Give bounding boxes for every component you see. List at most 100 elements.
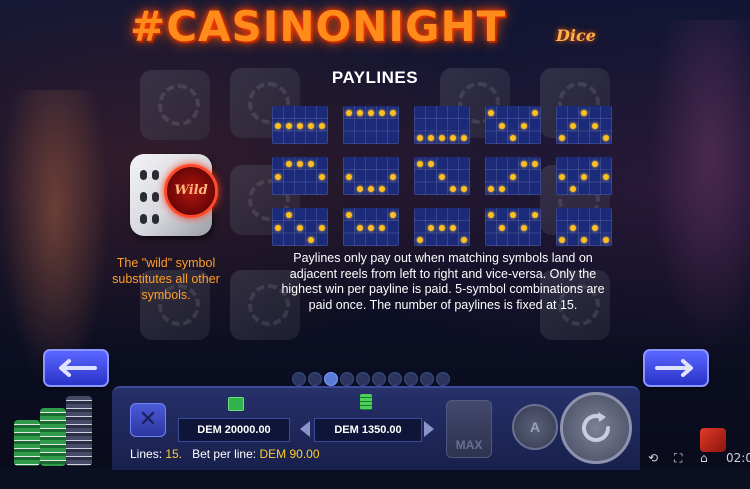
payline-dot <box>581 110 587 116</box>
payline-dot <box>368 110 374 116</box>
payline-pattern <box>272 157 328 195</box>
page-dot[interactable] <box>420 372 434 386</box>
payline-pattern <box>556 106 612 144</box>
page-dot[interactable] <box>388 372 402 386</box>
cowboy-character <box>650 20 750 350</box>
payline-pattern <box>556 208 612 246</box>
page-dot[interactable] <box>356 372 370 386</box>
payline-dot <box>559 237 565 244</box>
bet-per-line-label: Bet per line: <box>192 447 257 461</box>
page-dot[interactable] <box>372 372 386 386</box>
spin-icon <box>582 412 610 442</box>
arrow-left-icon <box>59 359 97 377</box>
wild-description: The "wild" symbol substitutes all other … <box>112 256 220 302</box>
payline-dot <box>368 224 374 231</box>
payline-dot <box>357 224 363 231</box>
payline-dot <box>297 161 303 167</box>
payline-dot <box>346 212 352 218</box>
payline-dot <box>510 135 516 142</box>
paylines-description: Paylines only pay out when matching symb… <box>281 251 605 312</box>
payline-dot <box>428 135 434 142</box>
max-bet-button[interactable]: MAX <box>446 400 492 458</box>
page-dot[interactable] <box>340 372 354 386</box>
autoplay-button[interactable]: A <box>512 404 558 450</box>
payline-pattern <box>414 106 470 144</box>
paylines-heading: PAYLINES <box>331 68 419 87</box>
payline-dot <box>510 212 516 218</box>
page-indicator <box>292 372 462 386</box>
payline-dot <box>532 110 538 116</box>
payline-dot <box>592 122 598 129</box>
decrease-bet-button[interactable] <box>300 421 310 437</box>
payline-dot <box>592 224 598 231</box>
system-bar: ⟲ ⛶ ⌂ 02:0 <box>648 448 750 468</box>
payline-dot <box>417 237 423 244</box>
payline-dot <box>275 173 281 180</box>
payline-dot <box>439 135 445 142</box>
payline-dot <box>532 161 538 167</box>
payline-dot <box>346 173 352 180</box>
payline-dot <box>461 186 467 193</box>
game-logo-subtitle: Dice <box>556 26 596 45</box>
payline-pattern <box>414 208 470 246</box>
page-dot[interactable] <box>404 372 418 386</box>
payline-dot <box>439 224 445 231</box>
payline-dot <box>275 224 281 231</box>
payline-dot <box>581 173 587 180</box>
cowgirl-character <box>0 90 110 390</box>
payline-dot <box>379 186 385 193</box>
payline-dot <box>428 224 434 231</box>
payline-dot <box>499 224 505 231</box>
lines-label: Lines: <box>130 447 163 461</box>
bet-display: DEM 1350.00 <box>314 418 422 442</box>
payline-dot <box>417 135 423 142</box>
fullscreen-icon[interactable]: ⛶ <box>674 448 682 468</box>
close-button[interactable]: ✕ <box>130 403 166 437</box>
home-icon[interactable]: ⌂ <box>700 448 708 468</box>
payline-dot <box>346 110 352 116</box>
page-dot[interactable] <box>324 372 338 386</box>
payline-pattern <box>343 208 399 246</box>
casino-chips <box>10 392 108 468</box>
payline-dot <box>308 122 314 129</box>
coins-icon <box>360 394 372 410</box>
payline-dot <box>390 173 396 180</box>
payline-dot <box>603 173 609 180</box>
page-dot[interactable] <box>292 372 306 386</box>
page-dot[interactable] <box>436 372 450 386</box>
payline-dot <box>319 224 325 231</box>
payline-dot <box>379 224 385 231</box>
previous-page-button[interactable] <box>43 349 109 387</box>
payline-dot <box>499 186 505 193</box>
payline-dot <box>603 135 609 142</box>
payline-dot <box>379 110 385 116</box>
payline-dot <box>357 110 363 116</box>
payline-dot <box>297 122 303 129</box>
payline-dot <box>286 161 292 167</box>
payline-dot <box>488 186 494 193</box>
next-page-button[interactable] <box>643 349 709 387</box>
payline-pattern <box>343 157 399 195</box>
payline-dot <box>390 212 396 218</box>
game-logo: #CASINONIGHT <box>130 2 507 51</box>
payline-dot <box>439 173 445 180</box>
payline-dot <box>450 224 456 231</box>
payline-pattern <box>343 106 399 144</box>
payline-dot <box>368 186 374 193</box>
payline-dot <box>510 173 516 180</box>
payline-dot <box>390 110 396 116</box>
payline-dot <box>570 224 576 231</box>
payline-dot <box>521 224 527 231</box>
increase-bet-button[interactable] <box>424 421 434 437</box>
page-dot[interactable] <box>308 372 322 386</box>
payline-pattern <box>272 208 328 246</box>
payline-dot <box>488 110 494 116</box>
payline-pattern <box>485 208 541 246</box>
lines-bar: Lines: 15. Bet per line: DEM 90.00 <box>130 445 420 463</box>
payline-pattern <box>485 157 541 195</box>
spin-button[interactable] <box>560 392 632 464</box>
paylines-grid <box>272 106 622 246</box>
payline-dot <box>461 135 467 142</box>
history-icon[interactable]: ⟲ <box>648 448 658 468</box>
payline-dot <box>450 186 456 193</box>
